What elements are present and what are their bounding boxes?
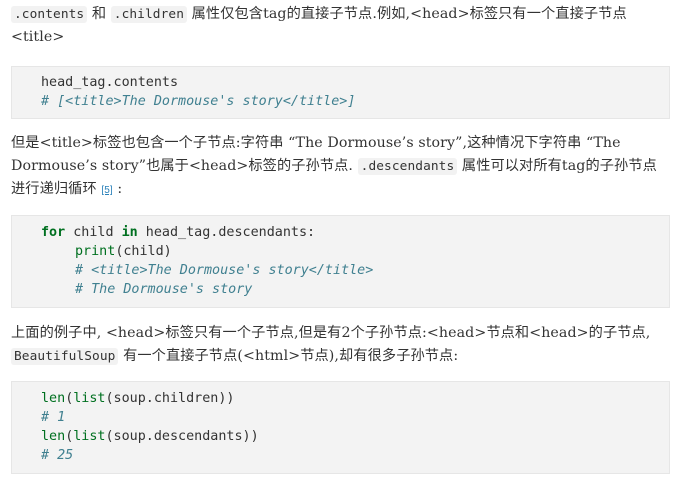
code-text: head_tag.descendants: [137,225,316,240]
code-line-print: print(child) [41,242,669,261]
footnote-link[interactable]: [5] [101,185,112,196]
code-block-descendants-loop: for child in head_tag.descendants: print(… [11,215,670,308]
inline-code-children: .children [110,6,188,23]
builtin-list: list [73,429,106,444]
paragraph-descendants: 但是<title>标签也包含一个子节点:字符串 “The Dormouse’s … [11,132,670,202]
code-comment: # 25 [41,448,74,463]
code-comment: # [<title>The Dormouse's story</title>] [41,94,356,109]
document-page: .contents 和 .children 属性仅包含tag的直接子节点.例如,… [0,0,682,488]
paragraph-beautifulsoup: 上面的例子中, <head>标签只有一个子节点,但是有2个子孙节点:<head>… [11,322,670,368]
code-comment: # The Dormouse's story [75,282,253,297]
paragraph-text: 和 [87,6,111,22]
inline-code-descendants: .descendants [357,158,458,175]
code-line: head_tag.contents [41,75,179,90]
code-block-contents: head_tag.contents # [<title>The Dormouse'… [11,66,670,119]
paragraph-text: : [112,181,123,197]
code-comment: # 1 [41,410,66,425]
paragraph-text: 有一个直接子节点(<html>节点),却有很多子孙节点: [118,348,459,364]
builtin-len: len [41,391,66,406]
code-line-for: for child in head_tag.descendants: [41,223,669,242]
builtin-list: list [73,391,106,406]
paragraph-text: 上面的例子中, <head>标签只有一个子节点,但是有2个子孙节点:<head>… [11,325,651,341]
code-text: (soup.descendants)) [105,429,259,444]
code-text: (child) [115,244,172,259]
code-line-len-descendants: len(list(soup.descendants)) [41,429,259,444]
code-text: (soup.children)) [105,391,235,406]
keyword-in: in [121,225,138,240]
code-line-len-children: len(list(soup.children)) [41,391,235,406]
code-comment: # <title>The Dormouse's story</title> [75,263,374,278]
inline-code-contents: .contents [11,6,88,23]
code-text: child [65,225,122,240]
code-block-len: len(list(soup.children)) # 1 len(list(soup… [11,381,670,474]
code-line-comment: # The Dormouse's story [41,280,669,299]
paragraph-contents-children: .contents 和 .children 属性仅包含tag的直接子节点.例如,… [11,0,670,49]
builtin-print: print [75,244,116,259]
inline-code-beautifulsoup: BeautifulSoup [11,348,119,365]
code-line-comment: # <title>The Dormouse's story</title> [41,261,669,280]
builtin-len: len [41,429,66,444]
keyword-for: for [41,225,66,240]
